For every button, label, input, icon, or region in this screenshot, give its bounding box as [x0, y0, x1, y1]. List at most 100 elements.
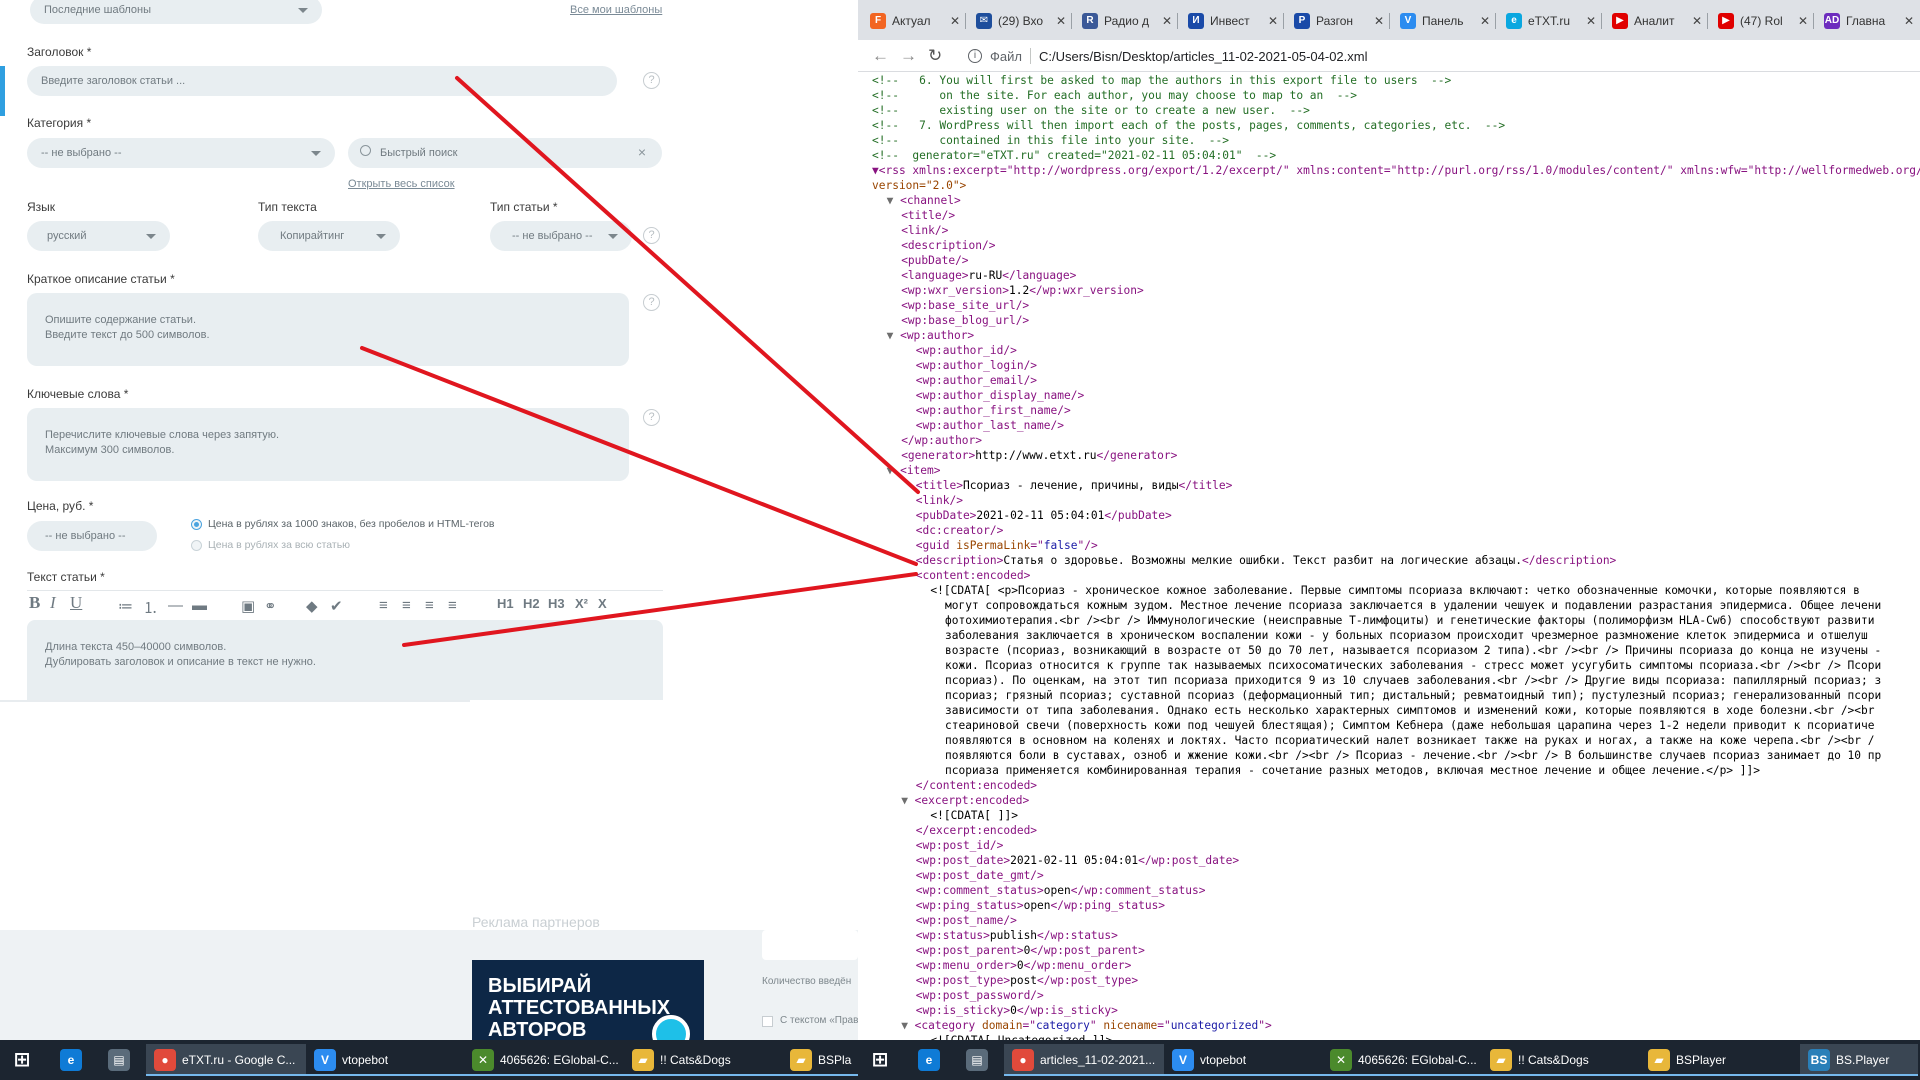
taskbar-button[interactable]: ▰ !! Cats&Dogs — [1482, 1044, 1640, 1076]
open-list-link[interactable]: Открыть весь список — [348, 178, 455, 190]
toolbar-button[interactable]: ≡ — [448, 597, 457, 614]
title-help-icon[interactable]: ? — [643, 72, 660, 89]
taskbar-button[interactable]: Vvtopebot — [306, 1044, 464, 1076]
taskbar-button[interactable]: ▤ — [956, 1044, 1004, 1076]
toolbar-button[interactable]: U — [70, 593, 82, 613]
close-tab-icon[interactable]: ✕ — [950, 14, 960, 28]
toolbar-button[interactable]: ▣ — [241, 597, 255, 615]
xml-category-part: domain — [982, 1019, 1023, 1032]
article-text-editor[interactable]: Длина текста 450–40000 символов. Дублиров… — [27, 620, 663, 700]
toolbar-button[interactable]: ◆ — [306, 597, 318, 615]
calculator-icon: ▤ — [108, 1049, 130, 1071]
taskbar-button[interactable]: ▰ !! Cats&Dogs — [624, 1044, 782, 1076]
browser-tab[interactable]: V Панель ✕ — [1394, 8, 1496, 34]
browser-tab[interactable]: И Инвест ✕ — [1182, 8, 1284, 34]
partner-ad-banner[interactable]: ВЫБИРАЙ АТТЕСТОВАННЫХ АВТОРОВ — [472, 960, 704, 1040]
toolbar-button[interactable]: — — [168, 597, 183, 614]
taskbar-button[interactable]: ⊞ — [0, 1044, 50, 1076]
url-box[interactable]: i Файл C:/Users/Bisn/Desktop/articles_11… — [968, 44, 1908, 68]
xml-tag: </pubDate> — [1104, 509, 1172, 522]
description-help-icon[interactable]: ? — [643, 294, 660, 311]
xml-line: <pubDate>2021-02-11 05:04:01</pubDate> — [872, 508, 1920, 523]
toolbar-button[interactable]: ≔ — [118, 597, 133, 615]
browser-tab[interactable]: ▶ (47) Rol ✕ — [1712, 8, 1814, 34]
close-tab-icon[interactable]: ✕ — [1056, 14, 1066, 28]
forward-icon[interactable]: → — [900, 46, 917, 66]
keywords-textarea[interactable]: Перечислите ключевые слова через запятую… — [27, 408, 629, 481]
browser-tab[interactable]: ✉ (29) Вхо ✕ — [970, 8, 1072, 34]
title-input[interactable]: Введите заголовок статьи ... — [27, 66, 617, 96]
templates-select[interactable]: Последние шаблоны — [30, 0, 322, 24]
close-tab-icon[interactable]: ✕ — [1162, 14, 1172, 28]
price-select[interactable]: -- не выбрано -- — [27, 521, 157, 551]
toolbar-button[interactable]: H2 — [523, 596, 540, 611]
browser-tab[interactable]: R Радио д ✕ — [1076, 8, 1178, 34]
taskbar-button[interactable]: ▰ BSPla — [782, 1044, 858, 1076]
lang-select[interactable]: русский — [27, 221, 170, 251]
folder-icon: ▰ — [632, 1049, 654, 1071]
collapse-triangle-icon[interactable]: ▼ — [887, 464, 900, 477]
description-textarea[interactable]: Опишите содержание статьи. Введите текст … — [27, 293, 629, 366]
toolbar-button[interactable]: ≡ — [379, 597, 388, 614]
browser-tab[interactable]: AD Главна ✕ — [1818, 8, 1920, 34]
toolbar-button[interactable]: ▬ — [192, 597, 207, 614]
all-templates-link[interactable]: Все мои шаблоны — [570, 4, 662, 16]
collapse-triangle-icon[interactable]: ▼ — [901, 794, 914, 807]
close-tab-icon[interactable]: ✕ — [1586, 14, 1596, 28]
xml-line: псориаз). По оценкам, на этот тип псориа… — [872, 673, 1920, 688]
toolbar-button[interactable]: X — [598, 596, 607, 611]
with-text-checkbox[interactable] — [762, 1016, 773, 1027]
toolbar-button[interactable]: ⚭ — [264, 597, 277, 615]
taskbar-button[interactable]: ▰ BSPlayer — [1640, 1044, 1800, 1076]
browser-tab[interactable]: ▶ Аналит ✕ — [1606, 8, 1708, 34]
xml-text: могут сопровождаться кожным зудом. Местн… — [945, 599, 1882, 612]
toolbar-button[interactable]: ≡ — [425, 597, 434, 614]
toolbar-button[interactable]: X² — [575, 596, 588, 611]
taskbar-button[interactable]: ⊞ — [858, 1044, 908, 1076]
taskbar-button[interactable]: ✕ 4065626: EGlobal-C... — [1322, 1044, 1482, 1076]
collapse-triangle-icon[interactable]: ▼ — [887, 329, 900, 342]
clear-icon[interactable]: × — [638, 144, 646, 160]
close-tab-icon[interactable]: ✕ — [1268, 14, 1278, 28]
keywords-help-icon[interactable]: ? — [643, 409, 660, 426]
browser-tab[interactable]: e eTXT.ru ✕ — [1500, 8, 1602, 34]
toolbar-button[interactable]: B — [29, 593, 40, 613]
close-tab-icon[interactable]: ✕ — [1692, 14, 1702, 28]
price-total-radio[interactable] — [191, 540, 202, 551]
back-icon[interactable]: ← — [872, 46, 889, 66]
xml-line: </wp:author> — [872, 433, 1920, 448]
toolbar-button[interactable]: ⒈ — [143, 597, 158, 618]
screen: Последние шаблоны Все мои шаблоны Заголо… — [0, 0, 1920, 1080]
article-type-select-value: -- не выбрано -- — [512, 230, 593, 242]
reload-icon[interactable]: ↻ — [928, 46, 942, 66]
taskbar-button[interactable]: ● articles_11-02-2021... — [1004, 1044, 1164, 1076]
article-type-help-icon[interactable]: ? — [643, 227, 660, 244]
taskbar-button[interactable]: e — [50, 1044, 98, 1076]
toolbar-button[interactable]: ✔ — [330, 597, 343, 615]
price-per-1000-radio[interactable] — [191, 519, 202, 530]
taskbar-button[interactable]: BS BS.Player — [1800, 1044, 1918, 1076]
close-tab-icon[interactable]: ✕ — [1374, 14, 1384, 28]
taskbar-button[interactable]: Vvtopebot — [1164, 1044, 1322, 1076]
taskbar-button[interactable]: ✕ 4065626: EGlobal-C... — [464, 1044, 624, 1076]
taskbar-button[interactable]: ▤ — [98, 1044, 146, 1076]
browser-tab[interactable]: Р Разгон ✕ — [1288, 8, 1390, 34]
text-type-select[interactable]: Копирайтинг — [258, 221, 400, 251]
close-tab-icon[interactable]: ✕ — [1904, 14, 1914, 28]
quick-search-input[interactable]: Быстрый поиск × — [348, 138, 662, 168]
taskbar-button[interactable]: ● eTXT.ru - Google C... — [146, 1044, 306, 1076]
toolbar-button[interactable]: H1 — [497, 596, 514, 611]
collapse-triangle-icon[interactable]: ▼ — [901, 1019, 914, 1032]
browser-tab[interactable]: F Актуал ✕ — [864, 8, 966, 34]
xml-tag: <wp:post_id/> — [915, 839, 1004, 852]
close-tab-icon[interactable]: ✕ — [1480, 14, 1490, 28]
taskbar-button[interactable]: e — [908, 1044, 956, 1076]
toolbar-button[interactable]: I — [50, 593, 56, 613]
category-select[interactable]: -- не выбрано -- — [27, 138, 335, 168]
close-tab-icon[interactable]: ✕ — [1798, 14, 1808, 28]
toolbar-button[interactable]: ≡ — [402, 597, 411, 614]
info-icon[interactable]: i — [968, 49, 982, 63]
toolbar-button[interactable]: H3 — [548, 596, 565, 611]
article-type-select[interactable]: -- не выбрано -- — [490, 221, 632, 251]
collapse-triangle-icon[interactable]: ▼ — [887, 194, 900, 207]
